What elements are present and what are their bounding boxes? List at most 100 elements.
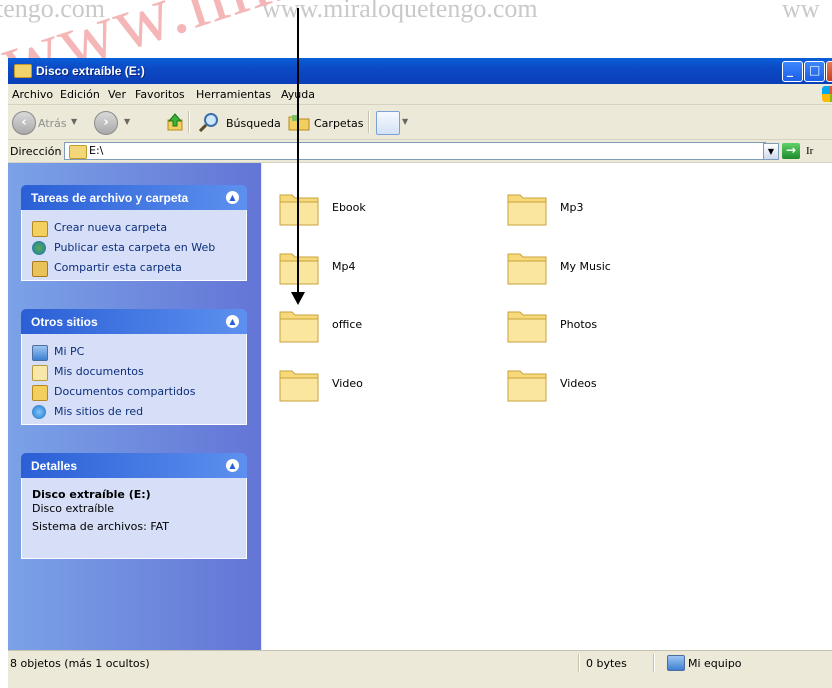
windows-logo-icon <box>822 86 832 102</box>
annotation-arrow-line <box>297 8 299 298</box>
computer-icon <box>667 655 685 671</box>
task-label[interactable]: Crear nueva carpeta <box>54 221 167 234</box>
status-divider <box>653 654 655 672</box>
explorer-window: Disco extraíble (E:) _ □ ✕ Archivo Edici… <box>8 58 832 688</box>
tasks-panel-header[interactable]: Tareas de archivo y carpeta ▲ <box>21 185 247 210</box>
shared-docs-icon <box>32 385 48 401</box>
up-folder-icon[interactable] <box>166 112 184 132</box>
menu-archivo[interactable]: Archivo <box>12 88 53 101</box>
drive-folder-icon <box>69 145 87 159</box>
go-arrow-icon[interactable]: → <box>782 143 800 159</box>
views-icon[interactable] <box>376 111 400 135</box>
folder-icon <box>278 246 320 286</box>
folder-icon <box>14 64 32 78</box>
folder-item[interactable]: Videos <box>506 363 706 411</box>
folder-item[interactable]: Mp4 <box>278 246 478 294</box>
task-label[interactable]: Publicar esta carpeta en Web <box>54 241 215 254</box>
address-label: Dirección <box>10 145 61 158</box>
folder-icon <box>278 363 320 403</box>
task-label[interactable]: Compartir esta carpeta <box>54 261 182 274</box>
menu-herramientas[interactable]: Herramientas <box>196 88 271 101</box>
folder-name[interactable]: Ebook <box>332 201 366 214</box>
place-label[interactable]: Mis documentos <box>54 365 144 378</box>
place-label[interactable]: Mis sitios de red <box>54 405 143 418</box>
menu-bar: Archivo Edición Ver Favoritos Herramient… <box>8 84 832 105</box>
file-list: Ebook Mp3 Mp4 My Music office Photos Vid… <box>262 163 832 650</box>
folder-icon <box>506 187 548 227</box>
details-filesystem: Sistema de archivos: FAT <box>32 520 169 533</box>
go-button-label[interactable]: Ir <box>806 145 813 157</box>
folder-name[interactable]: Videos <box>560 377 597 390</box>
back-dropdown-icon[interactable]: ▼ <box>71 117 77 126</box>
folder-icon <box>506 363 548 403</box>
menu-ver[interactable]: Ver <box>108 88 126 101</box>
folder-icon <box>278 187 320 227</box>
folder-item[interactable]: Ebook <box>278 187 478 235</box>
address-field[interactable]: E:\ <box>64 142 766 160</box>
toolbar-separator <box>368 111 370 133</box>
collapse-chevron-icon[interactable]: ▲ <box>226 191 239 204</box>
folder-icon <box>506 304 548 344</box>
globe-icon <box>32 241 46 255</box>
address-dropdown-icon[interactable]: ▼ <box>763 143 779 160</box>
address-bar: Dirección E:\ ▼ → Ir <box>8 140 832 163</box>
folder-item[interactable]: office <box>278 304 478 352</box>
task-pane: Tareas de archivo y carpeta ▲ Crear nuev… <box>8 163 261 650</box>
folder-name[interactable]: Mp4 <box>332 260 355 273</box>
folder-name[interactable]: My Music <box>560 260 611 273</box>
new-folder-icon <box>32 221 48 237</box>
documents-icon <box>32 365 48 381</box>
share-folder-icon <box>32 261 48 277</box>
details-header[interactable]: Detalles ▲ <box>21 453 247 478</box>
status-objects: 8 objetos (más 1 ocultos) <box>10 657 150 670</box>
status-divider <box>578 654 580 672</box>
place-label[interactable]: Mi PC <box>54 345 84 358</box>
forward-arrow-icon[interactable]: › <box>94 111 118 135</box>
tasks-panel-title: Tareas de archivo y carpeta <box>31 191 188 205</box>
computer-icon <box>32 345 48 361</box>
address-value[interactable]: E:\ <box>89 144 103 157</box>
details-title: Detalles <box>31 459 77 473</box>
folder-item[interactable]: Photos <box>506 304 706 352</box>
folder-name[interactable]: Mp3 <box>560 201 583 214</box>
folder-item[interactable]: My Music <box>506 246 706 294</box>
menu-favoritos[interactable]: Favoritos <box>135 88 185 101</box>
folder-name[interactable]: Photos <box>560 318 597 331</box>
status-location: Mi equipo <box>688 657 742 670</box>
status-size: 0 bytes <box>586 657 627 670</box>
forward-dropdown-icon[interactable]: ▼ <box>124 117 130 126</box>
folder-name[interactable]: office <box>332 318 362 331</box>
back-button-label[interactable]: Atrás <box>38 117 67 130</box>
views-dropdown-icon[interactable]: ▼ <box>402 117 408 126</box>
network-icon <box>32 405 46 419</box>
toolbar-separator <box>188 111 190 133</box>
title-bar[interactable]: Disco extraíble (E:) _ □ ✕ <box>8 58 832 84</box>
toolbar: ‹ Atrás ▼ › ▼ Búsqueda Carpetas ▼ <box>8 105 832 140</box>
status-bar: 8 objetos (más 1 ocultos) 0 bytes Mi equ… <box>8 650 832 675</box>
back-arrow-icon[interactable]: ‹ <box>12 111 36 135</box>
maximize-button[interactable]: □ <box>804 61 825 82</box>
menu-edicion[interactable]: Edición <box>60 88 100 101</box>
other-places-panel: Otros sitios ▲ Mi PC Mis documentos Docu… <box>21 309 247 425</box>
tasks-panel: Tareas de archivo y carpeta ▲ Crear nuev… <box>21 185 247 281</box>
place-label[interactable]: Documentos compartidos <box>54 385 196 398</box>
window-title: Disco extraíble (E:) <box>36 64 145 78</box>
folder-icon <box>278 304 320 344</box>
other-places-title: Otros sitios <box>31 315 98 329</box>
folders-button-label[interactable]: Carpetas <box>314 117 363 130</box>
folder-icon <box>506 246 548 286</box>
details-name: Disco extraíble (E:) <box>32 488 151 501</box>
search-button-label[interactable]: Búsqueda <box>226 117 281 130</box>
collapse-chevron-icon[interactable]: ▲ <box>226 459 239 472</box>
folder-item[interactable]: Mp3 <box>506 187 706 235</box>
minimize-button[interactable]: _ <box>782 61 803 82</box>
folders-icon[interactable] <box>288 113 310 131</box>
close-button[interactable]: ✕ <box>826 61 832 82</box>
search-icon[interactable] <box>198 112 222 132</box>
watermark-text-3: ww <box>782 0 820 24</box>
other-places-header[interactable]: Otros sitios ▲ <box>21 309 247 334</box>
collapse-chevron-icon[interactable]: ▲ <box>226 315 239 328</box>
folder-name[interactable]: Video <box>332 377 363 390</box>
folder-item[interactable]: Video <box>278 363 478 411</box>
annotation-arrow-head <box>291 292 305 305</box>
